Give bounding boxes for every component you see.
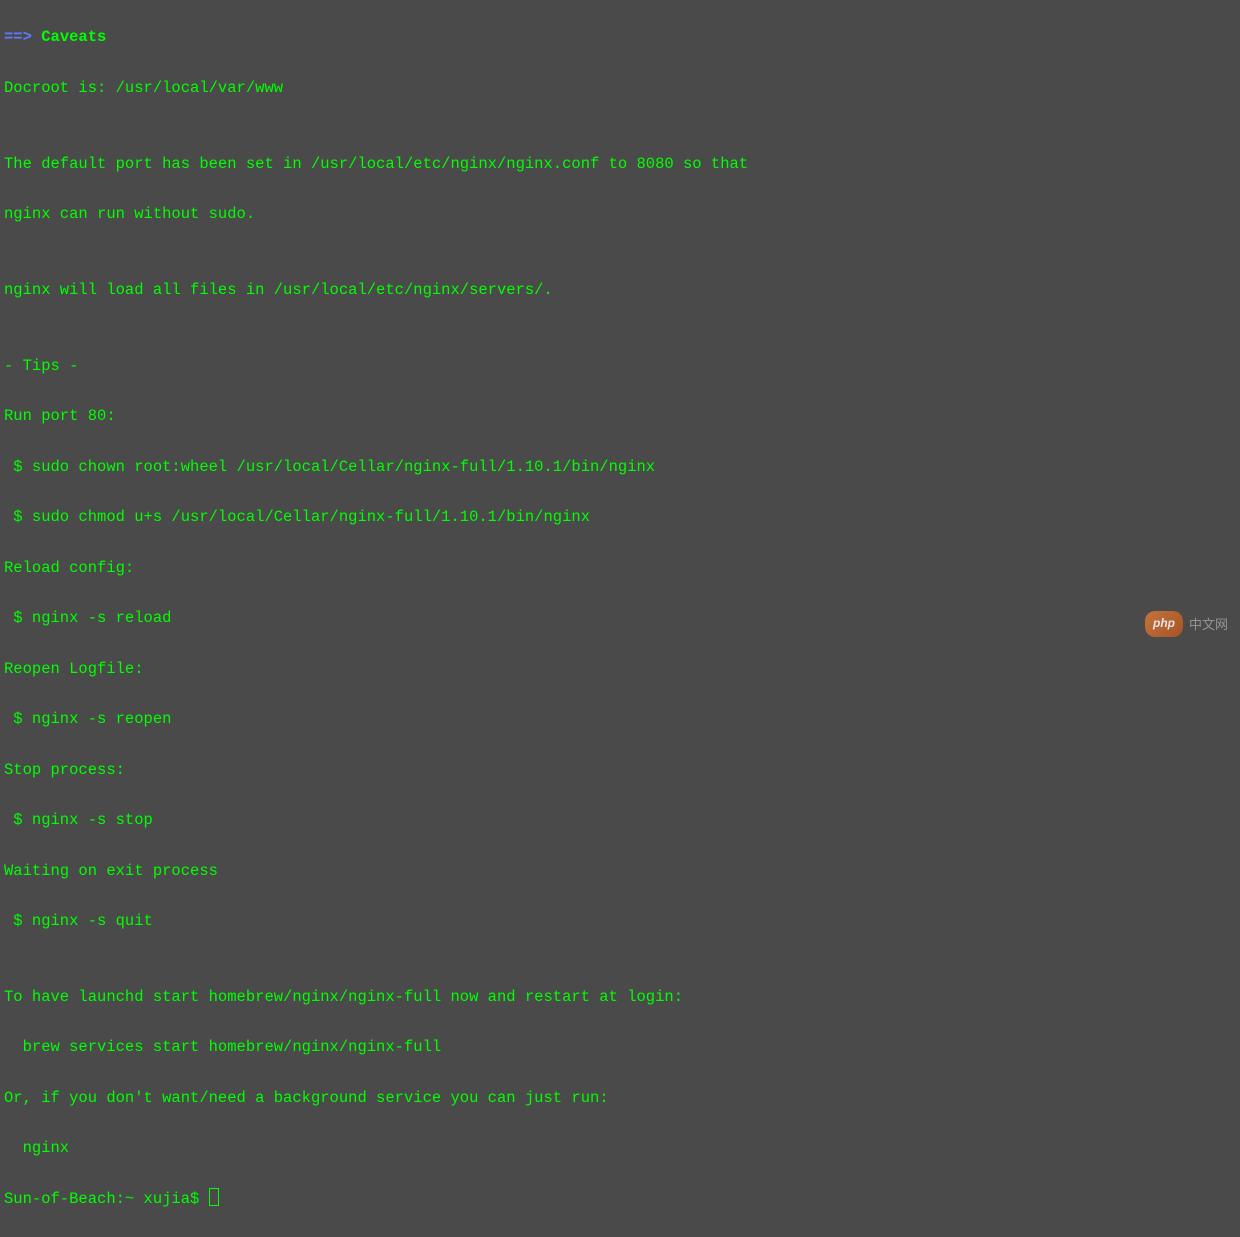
prompt-line[interactable]: Sun-of-Beach:~ xujia$ [4,1187,1236,1212]
run-port-line: Run port 80: [4,404,1236,429]
nginx-only-line: nginx [4,1136,1236,1161]
watermark-text: 中文网 [1189,614,1228,635]
watermark: php 中文网 [1145,611,1228,637]
nginx-stop-line: $ nginx -s stop [4,808,1236,833]
prompt-text: Sun-of-Beach:~ xujia$ [4,1190,209,1208]
arrow-icon: ==> [4,28,32,46]
caveats-label: Caveats [41,28,106,46]
stop-process-line: Stop process: [4,758,1236,783]
or-if-line: Or, if you don't want/need a background … [4,1086,1236,1111]
waiting-exit-line: Waiting on exit process [4,859,1236,884]
docroot-line: Docroot is: /usr/local/var/www [4,76,1236,101]
default-port-line: The default port has been set in /usr/lo… [4,152,1236,177]
reload-config-line: Reload config: [4,556,1236,581]
sudo-chown-line: $ sudo chown root:wheel /usr/local/Cella… [4,455,1236,480]
watermark-badge: php [1145,611,1183,637]
nginx-quit-line: $ nginx -s quit [4,909,1236,934]
header-line: ==> Caveats [4,25,1236,50]
terminal-output[interactable]: ==> Caveats Docroot is: /usr/local/var/w… [0,0,1240,1237]
nginx-reload-line: $ nginx -s reload [4,606,1236,631]
cursor-icon [209,1188,219,1206]
nginx-run-line: nginx can run without sudo. [4,202,1236,227]
nginx-reopen-line: $ nginx -s reopen [4,707,1236,732]
load-files-line: nginx will load all files in /usr/local/… [4,278,1236,303]
reopen-logfile-line: Reopen Logfile: [4,657,1236,682]
launchd-line: To have launchd start homebrew/nginx/ngi… [4,985,1236,1010]
tips-line: - Tips - [4,354,1236,379]
brew-services-line: brew services start homebrew/nginx/nginx… [4,1035,1236,1060]
sudo-chmod-line: $ sudo chmod u+s /usr/local/Cellar/nginx… [4,505,1236,530]
